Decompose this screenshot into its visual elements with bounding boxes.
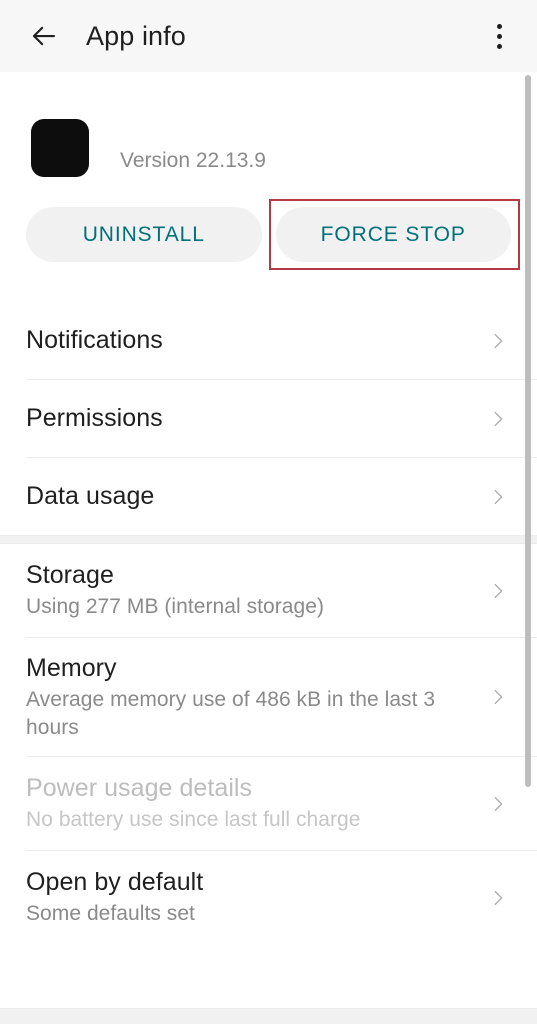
page-title: App info	[86, 20, 186, 51]
chevron-right-icon	[485, 578, 511, 604]
row-title: Open by default	[26, 868, 204, 897]
row-text: Open by default Some defaults set	[26, 853, 458, 942]
row-summary: Average memory use of 486 kB in the last…	[26, 688, 436, 739]
app-meta: Version 22.13.9	[120, 122, 266, 173]
list-item-memory[interactable]: Memory Average memory use of 486 kB in t…	[0, 638, 537, 756]
row-title: Storage	[26, 561, 114, 590]
row-text: Power usage details No battery use since…	[26, 759, 458, 848]
list-item-storage[interactable]: Storage Using 277 MB (internal storage)	[0, 544, 537, 637]
row-text: Permissions	[26, 389, 458, 448]
row-title: Permissions	[26, 403, 163, 432]
chevron-right-icon	[485, 885, 511, 911]
row-text: Storage Using 277 MB (internal storage)	[26, 546, 458, 635]
row-summary: No battery use since last full charge	[26, 808, 361, 832]
app-version: Version 22.13.9	[120, 149, 266, 173]
row-text: Data usage	[26, 467, 458, 526]
uninstall-button[interactable]: UNINSTALL	[26, 207, 262, 262]
overflow-menu-button[interactable]	[479, 14, 519, 58]
more-dot	[496, 33, 502, 39]
chevron-right-icon	[485, 791, 511, 817]
app-info-screen: App info Version 22.13.9 UNINSTALL FORCE…	[0, 0, 537, 1024]
force-stop-button-wrap: FORCE STOP	[268, 199, 520, 270]
chevron-right-icon	[485, 684, 511, 710]
back-button[interactable]	[24, 16, 64, 56]
more-dot	[496, 23, 502, 29]
app-bar: App info	[0, 0, 537, 72]
list-item-open-by-default[interactable]: Open by default Some defaults set	[0, 851, 537, 944]
list-item-data-usage[interactable]: Data usage	[0, 458, 537, 535]
force-stop-button[interactable]: FORCE STOP	[275, 207, 511, 262]
app-icon	[31, 119, 89, 177]
list-item-notifications[interactable]: Notifications	[0, 302, 537, 379]
more-dot	[496, 43, 502, 49]
row-summary: Using 277 MB (internal storage)	[26, 595, 325, 619]
bottom-band	[0, 1008, 537, 1024]
chevron-right-icon	[485, 484, 511, 510]
row-text: Memory Average memory use of 486 kB in t…	[26, 639, 458, 755]
settings-list: Notifications Permissions Data usage Sto…	[0, 302, 537, 944]
chevron-right-icon	[485, 328, 511, 354]
row-title: Power usage details	[26, 774, 253, 803]
scroll-content[interactable]: Version 22.13.9 UNINSTALL FORCE STOP Not…	[0, 72, 537, 1024]
app-summary-header: Version 22.13.9	[0, 72, 537, 184]
row-title: Notifications	[26, 325, 163, 354]
chevron-right-icon	[485, 406, 511, 432]
section-separator	[0, 535, 537, 544]
arrow-back-icon	[29, 21, 59, 51]
list-item-permissions[interactable]: Permissions	[0, 380, 537, 457]
row-text: Notifications	[26, 311, 458, 370]
list-item-power-usage-details[interactable]: Power usage details No battery use since…	[0, 757, 537, 850]
action-buttons: UNINSTALL FORCE STOP	[0, 184, 537, 270]
uninstall-button-wrap: UNINSTALL	[26, 207, 262, 262]
row-title: Memory	[26, 654, 117, 683]
row-summary: Some defaults set	[26, 902, 195, 926]
row-title: Data usage	[26, 481, 155, 510]
